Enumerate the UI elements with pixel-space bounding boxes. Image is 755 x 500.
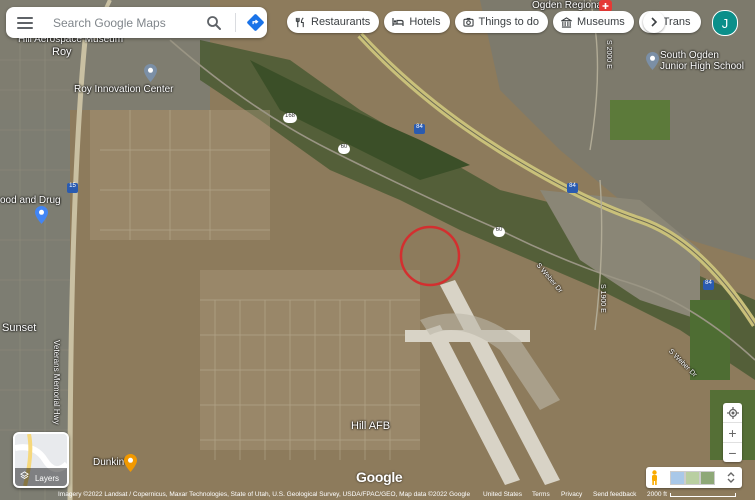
label-east-st-1: S 2000 E: [605, 40, 612, 69]
search-divider: [235, 13, 236, 32]
label-south-ogden[interactable]: South Ogden: [660, 50, 719, 61]
country-link[interactable]: United States: [483, 491, 522, 498]
hotel-icon: [392, 18, 404, 26]
chip-label: Restaurants: [311, 16, 371, 28]
layers-button[interactable]: Layers: [13, 432, 69, 488]
directions-icon[interactable]: [246, 13, 265, 32]
chip-label: Trans: [662, 16, 691, 28]
label-sunset[interactable]: Sunset: [2, 322, 36, 334]
camera-icon: [462, 17, 474, 27]
imagery-attribution: Imagery ©2022 Landsat / Copernicus, Maxa…: [58, 491, 471, 498]
cafe-pin-icon[interactable]: [124, 454, 137, 472]
menu-icon[interactable]: [17, 16, 33, 29]
route-shield-60: 60: [338, 144, 350, 154]
chip-label: Hotels: [409, 16, 441, 28]
interstate-shield-84: 84: [703, 280, 714, 290]
category-chips: Restaurants Hotels Things to do Museums …: [287, 11, 701, 33]
museum-icon: [561, 16, 573, 28]
chevron-right-icon: [651, 17, 658, 27]
restaurant-icon: [295, 17, 304, 27]
my-location-button[interactable]: [723, 403, 742, 423]
route-shield-60: 60: [493, 227, 505, 237]
zoom-out-button[interactable]: −: [723, 443, 742, 462]
pegman-icon[interactable]: [650, 470, 659, 485]
label-roy-innovation[interactable]: Roy Innovation Center: [74, 84, 174, 95]
label-dunkin[interactable]: Dunkin': [93, 457, 126, 468]
scale-label[interactable]: 2000 ft: [647, 491, 667, 498]
search-box: [6, 7, 267, 38]
chip-things-to-do[interactable]: Things to do: [454, 11, 549, 33]
interstate-shield-84: 84: [414, 124, 425, 134]
chip-label: Things to do: [478, 16, 540, 28]
label-roy[interactable]: Roy: [52, 46, 72, 58]
attribution-footer: Imagery ©2022 Landsat / Copernicus, Maxa…: [0, 489, 755, 500]
label-hill-afb[interactable]: Hill AFB: [351, 420, 390, 432]
interstate-shield-84: 84: [567, 183, 578, 193]
imagery-thumb-3[interactable]: [700, 471, 715, 485]
street-view-strip: [646, 467, 742, 488]
expand-icon[interactable]: [726, 471, 736, 484]
send-feedback-link[interactable]: Send feedback: [593, 491, 636, 498]
account-avatar[interactable]: J: [712, 10, 738, 36]
label-east-st-2: S 1900 E: [599, 284, 606, 313]
imagery-thumb-2[interactable]: [685, 471, 700, 485]
route-shield-168: 168: [283, 113, 297, 123]
label-veterans-hwy: Veterans Memorial Hwy: [52, 340, 61, 425]
my-location-icon: [726, 406, 739, 419]
chip-label: Museums: [577, 16, 625, 28]
interstate-shield-15: 15: [67, 183, 78, 193]
chip-hotels[interactable]: Hotels: [384, 11, 450, 33]
scale-bar: [670, 493, 736, 497]
terms-link[interactable]: Terms: [532, 491, 550, 498]
label-south-ogden-jhs[interactable]: Junior High School: [660, 61, 744, 72]
layers-label: Layers: [34, 474, 59, 483]
google-logo: Google: [356, 469, 403, 485]
label-ogden-regional[interactable]: Ogden Regional: [532, 0, 604, 11]
chip-next-button[interactable]: [643, 11, 665, 33]
shopping-pin-icon[interactable]: [35, 206, 48, 224]
school-pin-icon[interactable]: [646, 52, 659, 70]
chip-restaurants[interactable]: Restaurants: [287, 11, 380, 33]
imagery-thumb-1[interactable]: [670, 471, 685, 485]
search-icon[interactable]: [205, 14, 223, 32]
label-food-drug[interactable]: ood and Drug: [0, 195, 61, 206]
chip-museums[interactable]: Museums: [553, 11, 634, 33]
map-pin-icon[interactable]: [144, 64, 157, 82]
zoom-in-button[interactable]: +: [723, 423, 742, 443]
search-input[interactable]: [51, 14, 205, 31]
map-controls: + −: [723, 403, 742, 462]
privacy-link[interactable]: Privacy: [561, 491, 582, 498]
